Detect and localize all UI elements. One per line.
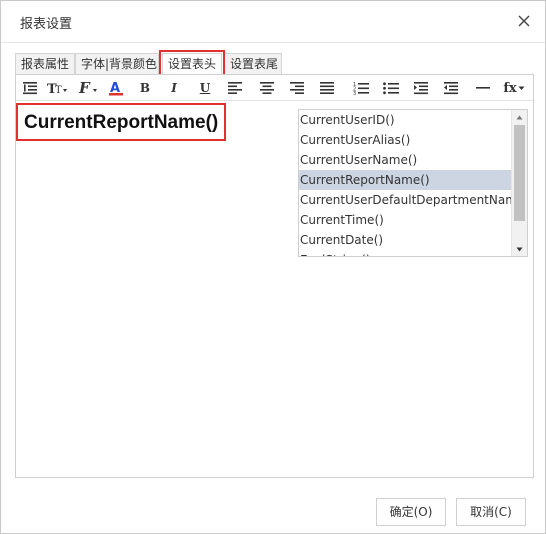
indent-decrease-button[interactable] <box>440 78 462 98</box>
tab-set-footer[interactable]: 设置表尾 <box>224 53 282 75</box>
align-center-icon <box>260 82 274 94</box>
font-color-icon: A <box>109 81 123 96</box>
text-indent-icon <box>23 82 37 95</box>
align-justify-icon <box>320 82 334 94</box>
scroll-down-icon <box>516 247 523 251</box>
bold-button[interactable]: B <box>134 78 156 98</box>
close-button[interactable] <box>513 10 535 32</box>
report-settings-dialog: 报表设置 报表属性 字体|背景颜色 设置表头 设置表尾 T T F A B I … <box>0 0 546 534</box>
tab-bar: 报表属性 字体|背景颜色 设置表头 设置表尾 <box>15 53 535 76</box>
svg-text:3: 3 <box>353 91 356 95</box>
dialog-title: 报表设置 <box>20 17 73 32</box>
scroll-down-button[interactable] <box>512 242 527 256</box>
function-list-item[interactable]: CurrentTime() <box>299 210 513 230</box>
unordered-list-button[interactable] <box>380 78 402 98</box>
font-family-icon: F <box>78 80 97 96</box>
function-list-item[interactable]: CurrentUserAlias() <box>299 130 513 150</box>
font-family-button[interactable]: F <box>76 78 102 98</box>
function-list-item[interactable]: CurrentReportName() <box>299 170 513 190</box>
function-list-item[interactable]: CurrentUserDefaultDepartmentName <box>299 190 513 210</box>
tab-set-header[interactable]: 设置表头 <box>162 53 222 76</box>
indent-increase-icon <box>414 82 428 95</box>
align-center-button[interactable] <box>256 78 278 98</box>
indent-decrease-icon <box>444 82 458 95</box>
scroll-up-button[interactable] <box>512 110 527 124</box>
function-list-items: CurrentUserID() CurrentUserAlias() Current… <box>299 110 513 256</box>
font-size-button[interactable]: T T <box>45 78 71 98</box>
dropdown-arrow-icon <box>518 86 525 90</box>
scroll-thumb[interactable] <box>514 125 525 221</box>
function-list-item[interactable]: CurrentUserName() <box>299 150 513 170</box>
header-editor: T T F A B I U 1 2 3 fx CurrentReportName… <box>15 74 534 478</box>
align-left-icon <box>228 82 242 94</box>
align-justify-button[interactable] <box>316 78 338 98</box>
align-right-button[interactable] <box>286 78 308 98</box>
dialog-titlebar: 报表设置 <box>1 1 545 43</box>
close-icon <box>518 15 530 27</box>
horizontal-rule-icon <box>476 87 490 89</box>
function-list-item[interactable]: CurrentUserID() <box>299 110 513 130</box>
align-left-button[interactable] <box>224 78 246 98</box>
italic-button[interactable]: I <box>163 78 185 98</box>
underline-button[interactable]: U <box>194 78 216 98</box>
text-indent-button[interactable] <box>19 78 41 98</box>
tab-font-background-color[interactable]: 字体|背景颜色 <box>75 53 159 75</box>
font-size-icon: T T <box>47 82 67 95</box>
cancel-button[interactable]: 取消(C) <box>456 498 526 526</box>
insert-function-button[interactable]: fx <box>500 78 528 98</box>
function-list-item[interactable]: CurrentDate() <box>299 230 513 250</box>
ordered-list-icon: 1 2 3 <box>353 82 369 95</box>
function-list[interactable]: CurrentUserID() CurrentUserAlias() Current… <box>298 109 528 257</box>
align-right-icon <box>290 82 304 94</box>
tab-report-properties[interactable]: 报表属性 <box>15 53 75 75</box>
ordered-list-button[interactable]: 1 2 3 <box>350 78 372 98</box>
font-color-button[interactable]: A <box>105 78 127 98</box>
header-content-text[interactable]: CurrentReportName() <box>16 103 227 141</box>
insert-function-icon: fx <box>503 80 517 96</box>
function-list-item[interactable]: EvalString() <box>299 250 513 256</box>
svg-text:T: T <box>55 85 62 95</box>
indent-increase-button[interactable] <box>410 78 432 98</box>
unordered-list-icon <box>383 82 399 95</box>
svg-text:F: F <box>78 80 91 96</box>
horizontal-rule-button[interactable] <box>472 78 494 98</box>
ok-button[interactable]: 确定(O) <box>376 498 446 526</box>
function-list-scrollbar[interactable] <box>511 110 527 256</box>
editor-toolbar: T T F A B I U 1 2 3 fx <box>16 75 533 101</box>
scroll-up-icon <box>516 115 523 119</box>
